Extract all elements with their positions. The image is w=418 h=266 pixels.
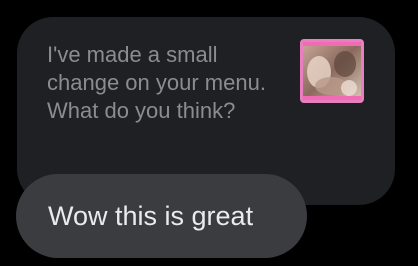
message-text: Wow this is great <box>48 201 254 231</box>
thumbnail-bottom-band <box>303 96 361 100</box>
message-bubble[interactable]: Wow this is great <box>16 174 307 258</box>
thumbnail-image <box>303 42 361 100</box>
thumbnail-top-band <box>303 42 361 46</box>
quoted-reply-text: I've made a small change on your menu. W… <box>47 42 266 123</box>
photo-thumbnail-icon[interactable] <box>300 39 364 103</box>
